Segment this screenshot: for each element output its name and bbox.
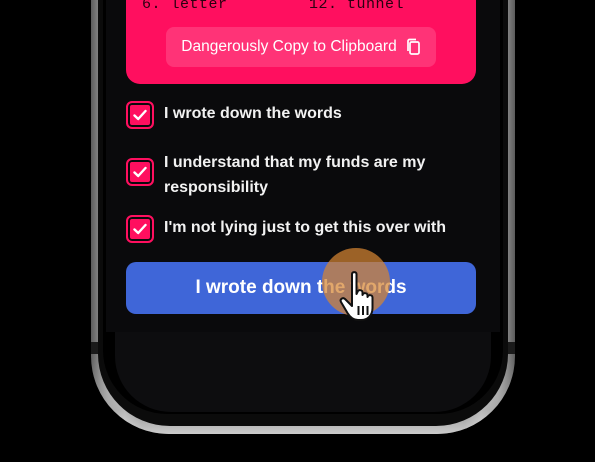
screen-bottom-area xyxy=(115,332,491,412)
checklist-label-not-lying: I'm not lying just to get this over with xyxy=(164,219,447,236)
app-content: 6. letter 12. tunnel Dangerously Copy to… xyxy=(106,0,500,332)
phone-side-notch-right xyxy=(507,342,515,354)
seed-phrase-card: 6. letter 12. tunnel Dangerously Copy to… xyxy=(126,0,476,84)
checkmark-icon xyxy=(133,109,147,121)
copy-to-clipboard-button[interactable]: Dangerously Copy to Clipboard xyxy=(166,27,436,67)
hand-pointer-icon xyxy=(339,271,374,321)
checkmark-icon xyxy=(133,223,147,235)
wrote-down-words-button[interactable]: I wrote down the words xyxy=(126,262,476,314)
copy-button-label: Dangerously Copy to Clipboard xyxy=(181,38,397,55)
checkmark-icon xyxy=(133,166,147,178)
checkbox-funds-responsibility[interactable] xyxy=(126,158,154,186)
seed-word-12: 12. tunnel xyxy=(309,0,405,13)
checklist-label-funds-responsibility: I understand that my funds are my respon… xyxy=(164,154,426,196)
phone-screen: 6. letter 12. tunnel Dangerously Copy to… xyxy=(103,0,503,414)
checklist-item-wrote-words[interactable]: I wrote down the words xyxy=(126,101,464,129)
checkbox-not-lying[interactable] xyxy=(126,215,154,243)
checkbox-wrote-words[interactable] xyxy=(126,101,154,129)
checklist-label-wrote-words: I wrote down the words xyxy=(164,105,342,122)
seed-word-6: 6. letter xyxy=(142,0,228,13)
screenshot-stage: 6. letter 12. tunnel Dangerously Copy to… xyxy=(0,0,595,462)
checklist-item-funds-responsibility[interactable]: I understand that my funds are my respon… xyxy=(126,150,464,200)
copy-icon xyxy=(406,38,420,55)
checklist-item-not-lying[interactable]: I'm not lying just to get this over with xyxy=(126,215,464,243)
